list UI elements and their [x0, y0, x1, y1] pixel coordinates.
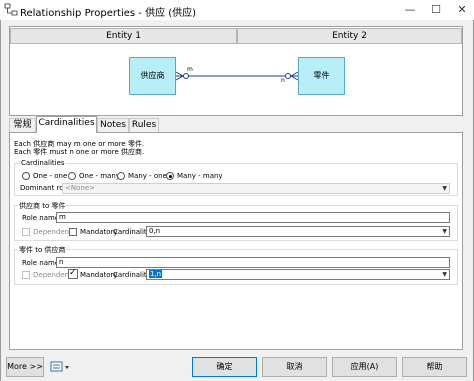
chevron-down-icon: ▼	[442, 185, 447, 192]
tab-rules[interactable]: Rules	[129, 118, 159, 132]
section2-role-name-input[interactable]: n	[56, 257, 450, 268]
section1-role-name-input[interactable]: m	[56, 212, 450, 223]
radio-many-many[interactable]	[166, 172, 174, 180]
dominant-role-select[interactable]: <None> ▼	[62, 183, 450, 194]
role-label-1: m	[187, 66, 193, 73]
section2-dependent-checkbox[interactable]	[22, 271, 30, 279]
cardinalities-group-title: Cardinalities	[20, 159, 66, 167]
section1-dependent-label: Dependent	[33, 228, 72, 236]
section2-dependent-label: Dependent	[33, 271, 72, 279]
radio-one-many[interactable]	[68, 172, 76, 180]
section1-cardinality-value: 0,n	[149, 227, 161, 235]
role-label-2: n	[281, 77, 285, 84]
dominant-role-value: <None>	[65, 184, 95, 192]
section1-mandatory-checkbox[interactable]	[69, 228, 77, 236]
chevron-down-icon: ▼	[442, 271, 447, 278]
radio-one-one[interactable]	[22, 172, 30, 180]
radio-many-one-label: Many - one	[128, 172, 167, 180]
apply-button[interactable]: 应用(A)	[332, 357, 397, 377]
radio-one-one-label: One - one	[33, 172, 68, 180]
section2-cardinality-select[interactable]: 1,n ▼	[146, 269, 450, 280]
section2-title: 零件 to 供应商	[18, 245, 67, 255]
section2-mandatory-label: Mandatory	[80, 271, 118, 279]
section2-cardinality-value: 1,n	[149, 270, 163, 278]
chevron-down-icon: ▼	[442, 228, 447, 235]
section1-title: 供应商 to 零件	[18, 201, 67, 211]
tab-notes[interactable]: Notes	[97, 118, 129, 132]
help-button[interactable]: 帮助	[402, 357, 467, 377]
tab-cardinalities[interactable]: Cardinalities	[36, 116, 97, 133]
tab-general[interactable]: 常规	[9, 118, 36, 132]
radio-many-one[interactable]	[117, 172, 125, 180]
section1-cardinality-select[interactable]: 0,n ▼	[146, 226, 450, 237]
section1-dependent-checkbox[interactable]	[22, 228, 30, 236]
section1-mandatory-label: Mandatory	[80, 228, 118, 236]
section2-mandatory-checkbox[interactable]	[68, 268, 78, 279]
ok-button[interactable]: 确定	[192, 357, 257, 377]
properties-menu-button[interactable]	[50, 360, 72, 374]
cancel-button[interactable]: 取消	[262, 357, 327, 377]
radio-many-many-label: Many - many	[177, 172, 223, 180]
description-line-2: Each 零件 must n one or more 供应商.	[14, 148, 145, 156]
relationship-line	[175, 71, 299, 81]
more-button[interactable]: More >>	[6, 357, 44, 377]
radio-one-many-label: One - many	[79, 172, 120, 180]
properties-icon	[50, 361, 69, 372]
